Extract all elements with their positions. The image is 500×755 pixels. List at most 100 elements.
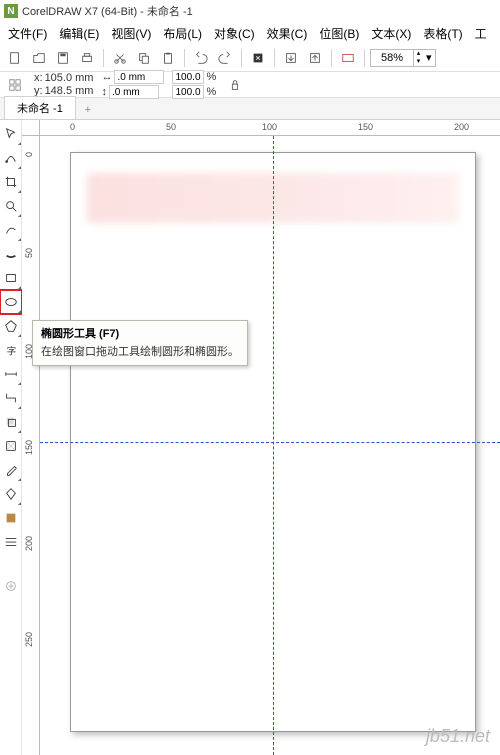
workspace: 字 0 50 100 150 200 0 50 100 150 200 250 [0, 120, 500, 755]
vertical-ruler[interactable]: 0 50 100 150 200 250 [22, 136, 40, 755]
rectangle-tool[interactable] [0, 266, 22, 290]
scale-group: % % [172, 70, 216, 99]
ruler-tick: 50 [166, 122, 176, 132]
menu-text[interactable]: 文本(X) [365, 23, 417, 44]
quick-customize-icon[interactable] [0, 574, 22, 598]
new-icon[interactable] [4, 47, 26, 69]
interactive-fill-tool[interactable] [0, 482, 22, 506]
tab-document[interactable]: 未命名 -1 [4, 96, 76, 119]
search-icon[interactable] [247, 47, 269, 69]
canvas-area[interactable]: 0 50 100 150 200 0 50 100 150 200 250 [22, 120, 500, 755]
property-bar: x:105.0 mm y:148.5 mm ↔ ↕ % % [0, 72, 500, 98]
menu-tools[interactable]: 工 [469, 23, 493, 44]
undo-icon[interactable] [190, 47, 212, 69]
zoom-tool[interactable] [0, 194, 22, 218]
parallel-dim-tool[interactable] [0, 362, 22, 386]
drop-shadow-tool[interactable] [0, 410, 22, 434]
cut-icon[interactable] [109, 47, 131, 69]
smart-fill-tool[interactable] [0, 506, 22, 530]
ruler-corner[interactable] [22, 120, 40, 136]
import-icon[interactable] [280, 47, 302, 69]
scale-y-field[interactable] [172, 85, 204, 99]
height-icon: ↕ [101, 86, 107, 98]
width-icon: ↔ [101, 71, 112, 83]
pct-label: % [206, 86, 216, 98]
separator [364, 49, 365, 67]
ruler-tick: 250 [24, 632, 34, 647]
ruler-tick: 100 [262, 122, 277, 132]
open-icon[interactable] [28, 47, 50, 69]
ruler-tick: 150 [358, 122, 373, 132]
menu-edit[interactable]: 编辑(E) [53, 23, 105, 44]
ellipse-tool[interactable] [0, 290, 22, 314]
ruler-tick: 50 [24, 248, 34, 258]
ruler-tick: 200 [454, 122, 469, 132]
lock-ratio-icon[interactable] [224, 74, 246, 96]
ruler-tick: 0 [24, 152, 34, 157]
pct-label: % [206, 71, 216, 83]
separator [331, 49, 332, 67]
horizontal-ruler[interactable]: 0 50 100 150 200 [40, 120, 500, 136]
menu-bitmap[interactable]: 位图(B) [313, 23, 365, 44]
menu-bar: 文件(F) 编辑(E) 视图(V) 布局(L) 对象(C) 效果(C) 位图(B… [0, 22, 500, 44]
chevron-down-icon[interactable]: ▾ [423, 51, 435, 64]
polygon-tool[interactable] [0, 314, 22, 338]
text-tool[interactable]: 字 [0, 338, 22, 362]
tooltip-title: 椭圆形工具 (F7) [41, 325, 239, 341]
x-label: x: [34, 72, 43, 84]
artistic-media-tool[interactable] [0, 242, 22, 266]
ruler-tick: 200 [24, 536, 34, 551]
tooltip: 椭圆形工具 (F7) 在绘图窗口拖动工具绘制圆形和椭圆形。 [32, 320, 248, 366]
connector-tool[interactable] [0, 386, 22, 410]
tab-add-icon[interactable]: + [78, 101, 98, 119]
menu-table[interactable]: 表格(T) [417, 23, 468, 44]
position-group: x:105.0 mm y:148.5 mm [34, 72, 93, 97]
shape-tool[interactable] [0, 146, 22, 170]
x-value: 105.0 mm [45, 72, 94, 84]
redo-icon[interactable] [214, 47, 236, 69]
toolbox: 字 [0, 120, 22, 755]
menu-layout[interactable]: 布局(L) [157, 23, 208, 44]
zoom-up-icon[interactable]: ▴ [413, 50, 423, 58]
guide-vertical[interactable] [273, 136, 274, 755]
separator [184, 49, 185, 67]
pick-tool[interactable] [0, 122, 22, 146]
zoom-input[interactable] [371, 52, 413, 64]
standard-toolbar: ▴▾ ▾ [0, 44, 500, 72]
transparency-tool[interactable] [0, 434, 22, 458]
app-icon: N [4, 4, 18, 18]
page-icon[interactable] [4, 74, 26, 96]
height-field[interactable] [109, 85, 159, 99]
print-icon[interactable] [76, 47, 98, 69]
export-icon[interactable] [304, 47, 326, 69]
svg-text:字: 字 [7, 345, 17, 357]
menu-view[interactable]: 视图(V) [105, 23, 157, 44]
separator [241, 49, 242, 67]
separator [103, 49, 104, 67]
menu-object[interactable]: 对象(C) [208, 23, 261, 44]
outline-tool[interactable] [0, 530, 22, 554]
window-title: CorelDRAW X7 (64-Bit) - 未命名 -1 [22, 3, 193, 19]
zoom-combo[interactable]: ▴▾ ▾ [370, 49, 436, 67]
save-icon[interactable] [52, 47, 74, 69]
width-field[interactable] [114, 70, 164, 84]
menu-effects[interactable]: 效果(C) [261, 23, 314, 44]
guide-horizontal[interactable] [40, 442, 500, 443]
tooltip-description: 在绘图窗口拖动工具绘制圆形和椭圆形。 [41, 343, 239, 359]
separator [274, 49, 275, 67]
ruler-tick: 150 [24, 440, 34, 455]
scale-x-field[interactable] [172, 70, 204, 84]
copy-icon[interactable] [133, 47, 155, 69]
crop-tool[interactable] [0, 170, 22, 194]
zoom-down-icon[interactable]: ▾ [413, 58, 423, 66]
freehand-tool[interactable] [0, 218, 22, 242]
menu-file[interactable]: 文件(F) [2, 23, 53, 44]
watermark: jb51.net [426, 726, 490, 747]
paste-icon[interactable] [157, 47, 179, 69]
ruler-tick: 0 [70, 122, 75, 132]
size-group: ↔ ↕ [101, 70, 164, 99]
publish-icon[interactable] [337, 47, 359, 69]
document-tabs: 未命名 -1 + [0, 98, 500, 120]
title-bar: N CorelDRAW X7 (64-Bit) - 未命名 -1 [0, 0, 500, 22]
eyedropper-tool[interactable] [0, 458, 22, 482]
